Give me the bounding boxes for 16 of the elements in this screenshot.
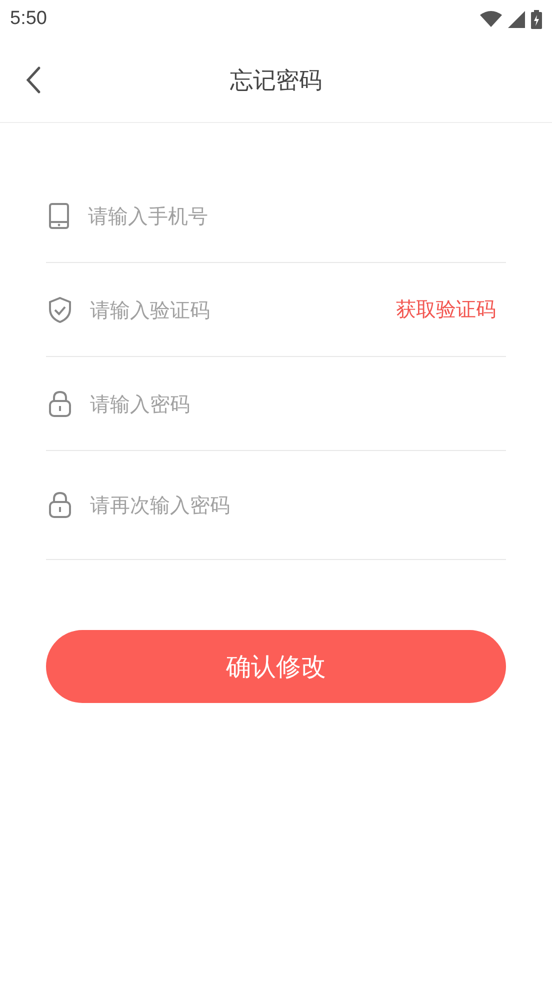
input-field[interactable]: 请输入验证码 xyxy=(90,294,378,326)
input-field[interactable]: 请输入手机号 xyxy=(88,200,506,232)
input-field[interactable]: 请再次输入密码 xyxy=(90,489,506,521)
battery-icon xyxy=(531,10,542,28)
phone-icon xyxy=(48,202,70,228)
lock-icon xyxy=(48,492,72,518)
confirm-button[interactable]: 确认修改 xyxy=(46,630,506,703)
signal-icon xyxy=(508,10,525,28)
get-code-link[interactable]: 获取验证码 xyxy=(396,296,496,323)
wifi-icon xyxy=(480,11,502,27)
input-field[interactable]: 请输入密码 xyxy=(90,388,506,420)
back-icon[interactable] xyxy=(25,66,41,94)
page-title: 忘记密码 xyxy=(230,66,322,96)
status-time: 5:50 xyxy=(10,8,47,30)
shield-icon xyxy=(48,296,72,322)
lock-icon xyxy=(48,390,72,416)
